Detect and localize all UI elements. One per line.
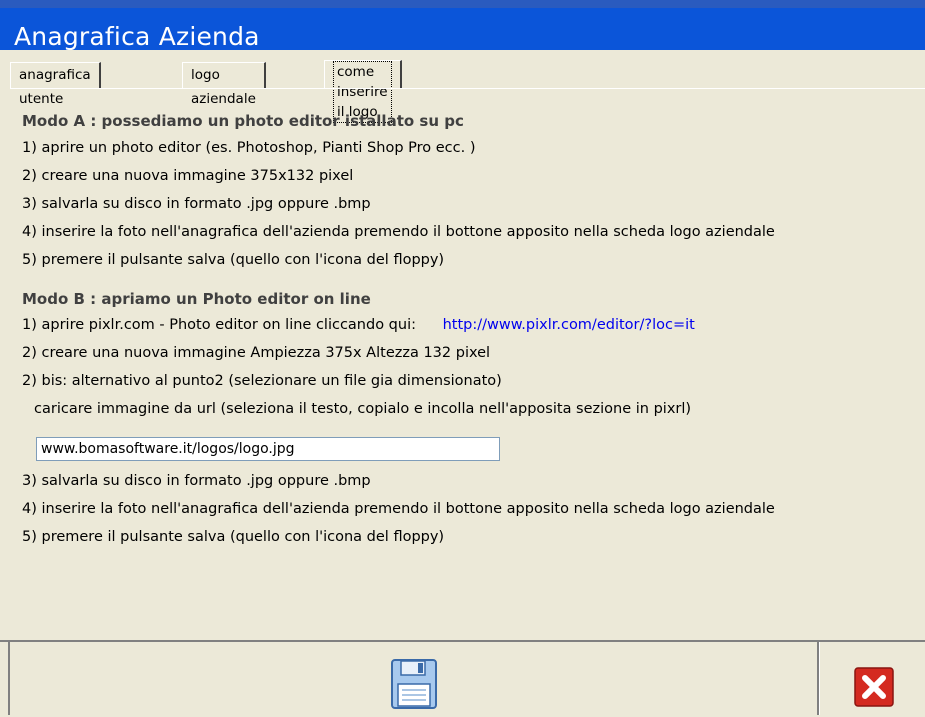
mode-a-step: 5) premere il pulsante salva (quello con…: [22, 252, 445, 268]
tab-anagrafica-utente[interactable]: anagrafica utente: [10, 62, 101, 107]
mode-b-heading: Modo B : apriamo un Photo editor on line: [22, 290, 371, 308]
save-button[interactable]: [10, 642, 817, 715]
mode-b-step-2: 2) creare una nuova immagine Ampiezza 37…: [22, 345, 491, 361]
mode-a-step: 2) creare una nuova immagine 375x132 pix…: [22, 168, 354, 184]
mode-a-heading: Modo A : possediamo un photo editor ista…: [22, 112, 464, 130]
tab-label: anagrafica utente: [19, 67, 91, 107]
title-bar: Anagrafica Azienda: [0, 8, 925, 51]
tab-come-inserire-logo[interactable]: come inserire il logo: [324, 60, 402, 123]
window-title: Anagrafica Azienda: [14, 22, 260, 51]
close-icon: [853, 667, 894, 707]
mode-b-step-5: 5) premere il pulsante salva (quello con…: [22, 529, 445, 545]
mode-b-step-3: 3) salvarla su disco in formato .jpg opp…: [22, 473, 371, 489]
logo-url-input[interactable]: [36, 437, 500, 461]
mode-b-step-2-bis: 2) bis: alternativo al punto2 (seleziona…: [22, 373, 502, 389]
close-button[interactable]: [822, 642, 925, 715]
window-top-strip: [0, 0, 925, 8]
mode-b-step-1: 1) aprire pixlr.com - Photo editor on li…: [22, 317, 695, 333]
tab-underline: [10, 88, 925, 89]
tab-label: logo aziendale: [191, 67, 256, 107]
mode-a-step: 3) salvarla su disco in formato .jpg opp…: [22, 196, 371, 212]
floppy-disk-icon: [390, 659, 437, 709]
tab-logo-aziendale[interactable]: logo aziendale: [182, 62, 266, 107]
pixlr-link[interactable]: http://www.pixlr.com/editor/?loc=it: [443, 317, 695, 333]
toolbar-divider-highlight: [819, 642, 820, 715]
mode-a-step: 4) inserire la foto nell'anagrafica dell…: [22, 224, 775, 240]
mode-b-step-1-text: 1) aprire pixlr.com - Photo editor on li…: [22, 317, 416, 333]
mode-b-step-2-bis-detail: caricare immagine da url (seleziona il t…: [34, 401, 692, 417]
mode-b-step-4: 4) inserire la foto nell'anagrafica dell…: [22, 501, 775, 517]
mode-a-step: 1) aprire un photo editor (es. Photoshop…: [22, 140, 476, 156]
